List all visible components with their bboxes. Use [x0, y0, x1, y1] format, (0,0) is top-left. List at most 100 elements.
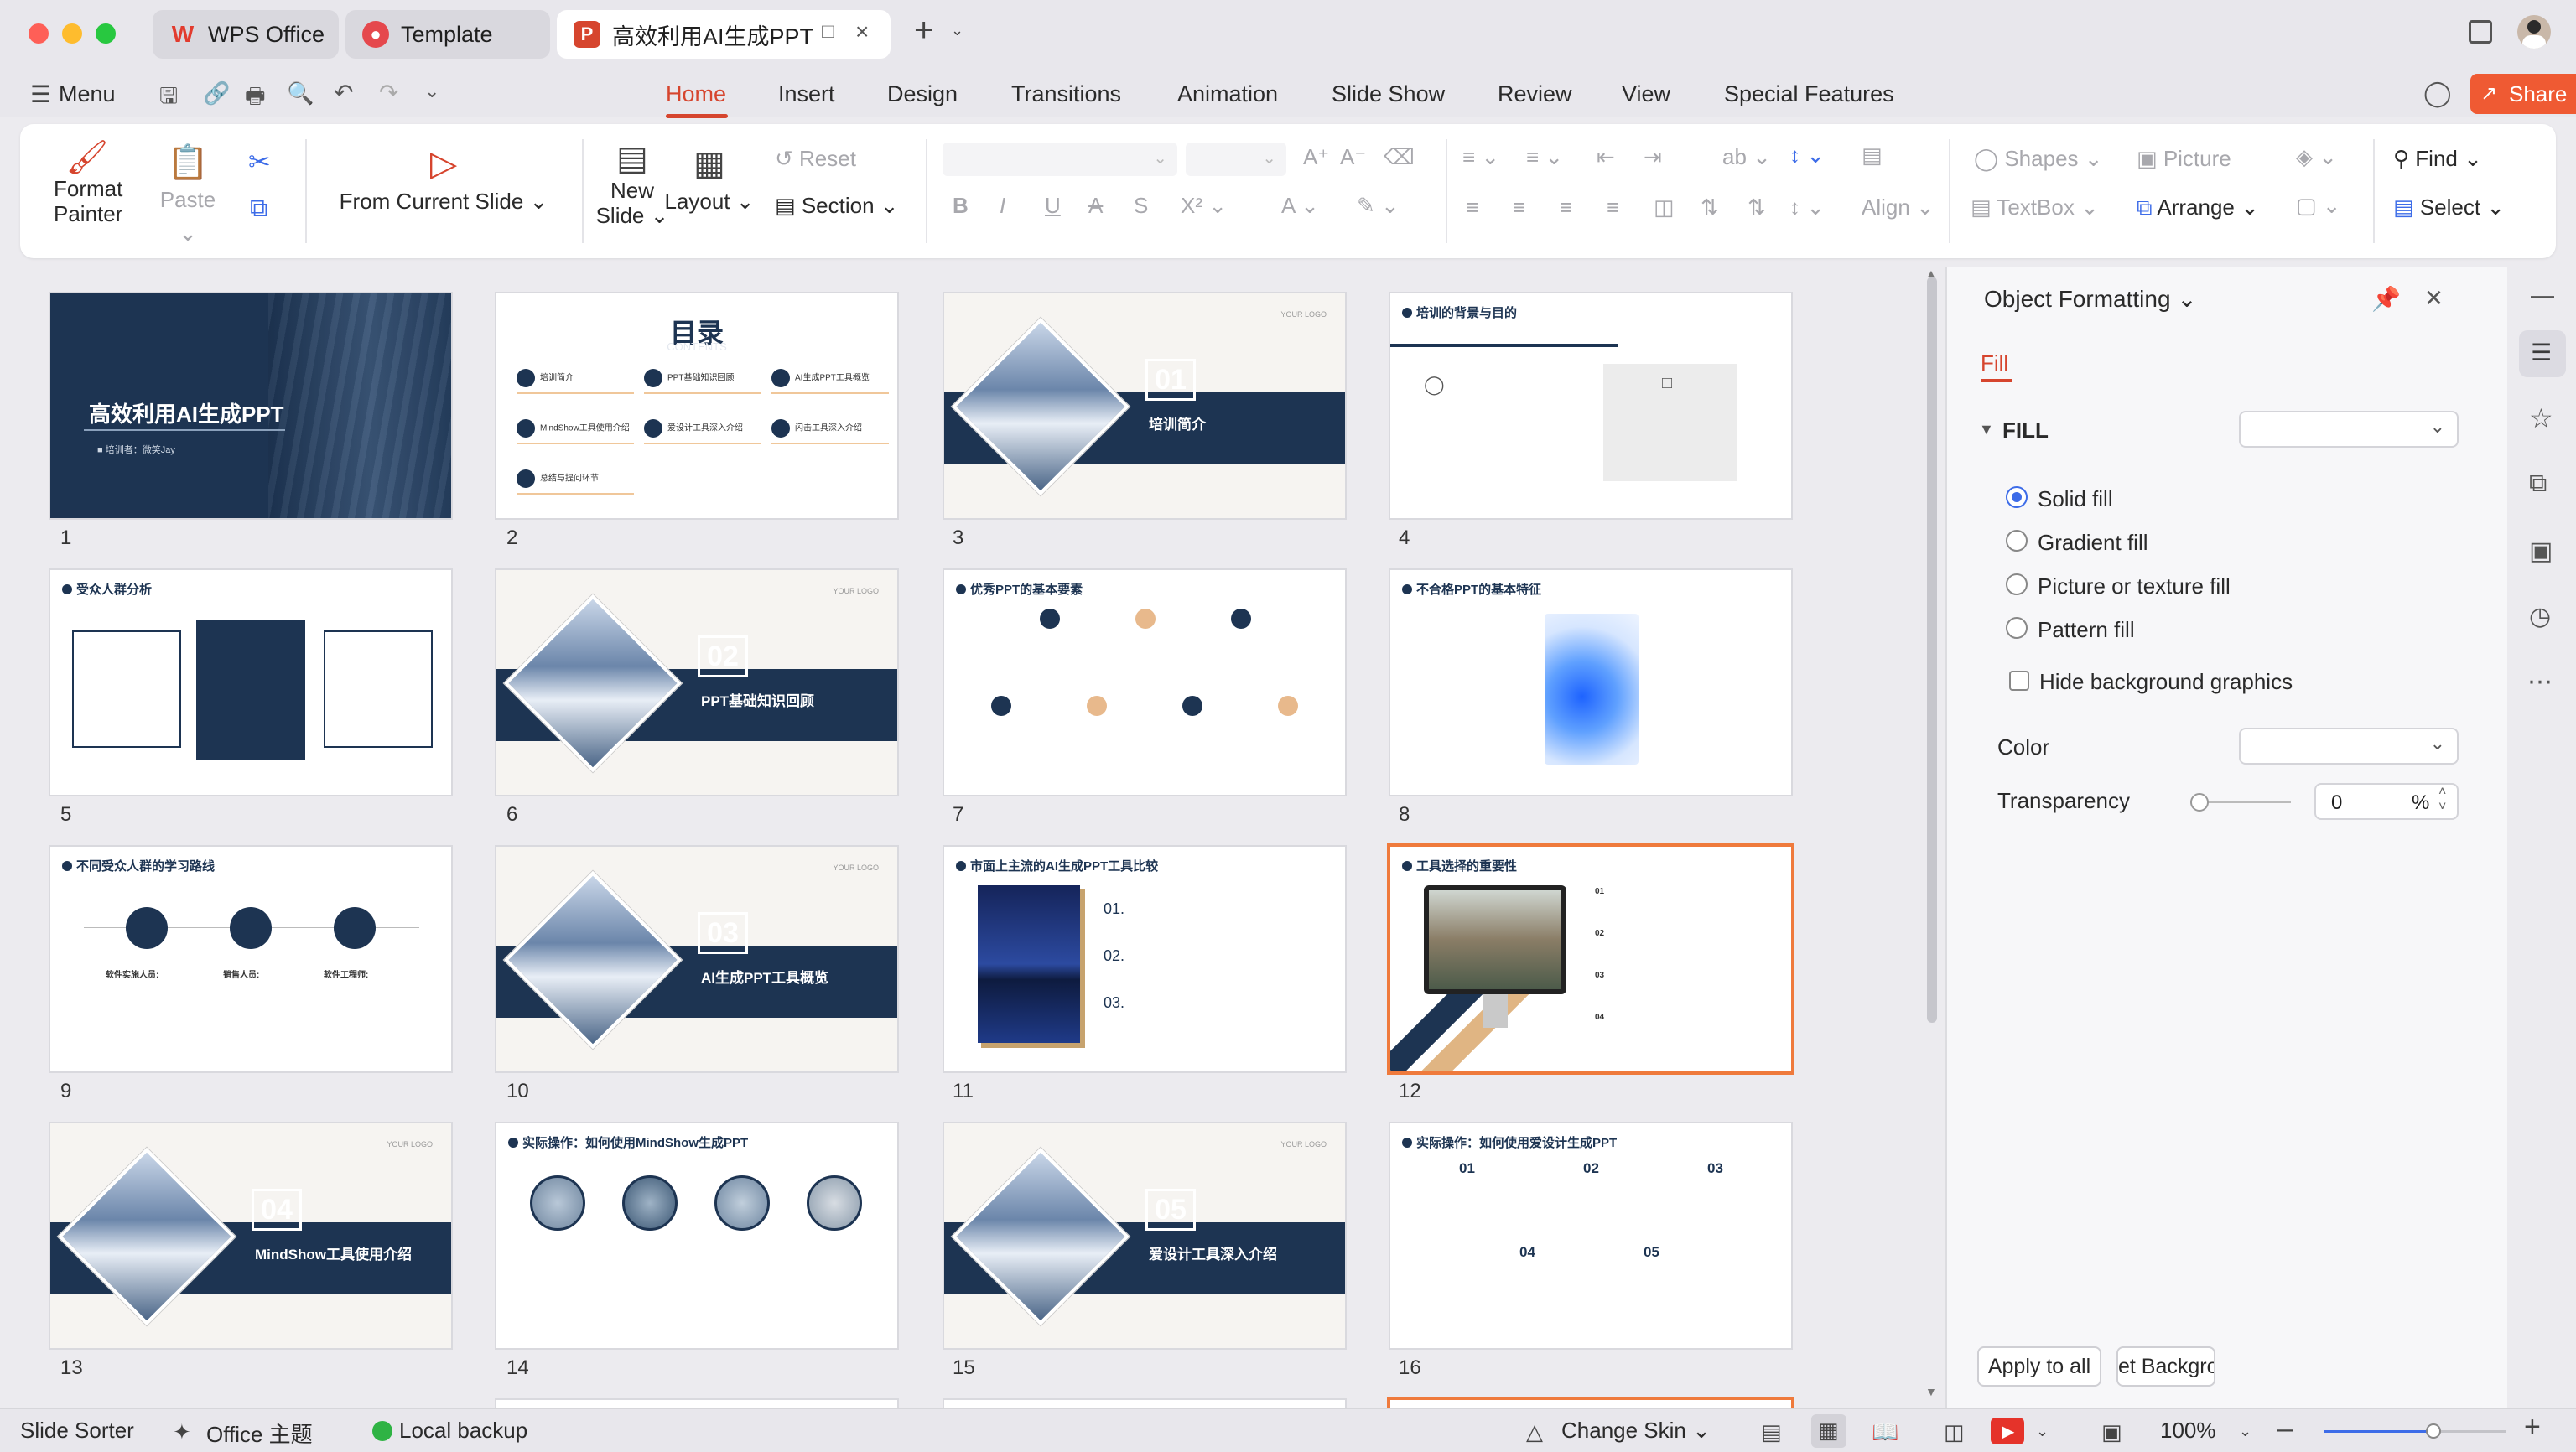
comment-icon[interactable]: ◯	[2423, 79, 2452, 108]
pattern-fill-radio[interactable]	[2006, 617, 2028, 639]
collapse-icon[interactable]: —	[2531, 282, 2554, 309]
history-icon[interactable]: ◷	[2529, 602, 2551, 631]
bold-icon[interactable]: B	[953, 193, 969, 219]
tab-transitions[interactable]: Transitions	[1011, 70, 1121, 117]
slide-thumbnail-3[interactable]: YOUR LOGO 01 培训简介	[943, 292, 1347, 520]
monitor-icon[interactable]: □	[822, 20, 834, 44]
slide-thumbnail-2[interactable]: 目录 CONTENTS 培训简介 PPT基础知识回顾 AI生成PPT工具概览 M…	[495, 292, 899, 520]
tab-insert[interactable]: Insert	[778, 70, 835, 117]
theme-button[interactable]: Office 主题	[206, 1418, 313, 1449]
picture-texture-fill-radio[interactable]	[2006, 573, 2028, 595]
play-slideshow-button[interactable]: ▶	[1991, 1418, 2024, 1444]
decrease-indent-icon[interactable]: ⇤	[1597, 144, 1615, 170]
slide-thumbnail-5[interactable]: 受众人群分析	[49, 568, 453, 796]
superscript-icon[interactable]: X² ⌄	[1181, 193, 1227, 219]
tab-special-features[interactable]: Special Features	[1724, 70, 1894, 117]
slide-thumbnail-9[interactable]: 不同受众人群的学习路线 软件实施人员: 销售人员: 软件工程师:	[49, 845, 453, 1073]
justify-icon[interactable]: ≡	[1607, 194, 1619, 220]
tab-template[interactable]: ● Template	[345, 10, 550, 59]
gradient-fill-radio[interactable]	[2006, 530, 2028, 552]
format-painter-button[interactable]: 🖌 Format Painter	[54, 139, 122, 226]
pin-icon[interactable]: 📌	[2371, 285, 2401, 313]
reset-background-button[interactable]: et Backgro	[2116, 1346, 2215, 1387]
print-icon[interactable]: 🖶	[245, 80, 266, 117]
solid-fill-radio[interactable]	[2006, 486, 2028, 508]
layout-button[interactable]: ▦ Layout ⌄	[659, 143, 760, 218]
distribute-icon[interactable]: ▤	[1862, 143, 1883, 169]
tab-review[interactable]: Review	[1498, 70, 1572, 117]
minimize-window-button[interactable]	[62, 23, 82, 44]
tab-home[interactable]: Home	[666, 70, 726, 117]
slide-thumbnail-10[interactable]: YOUR LOGO 03 AI生成PPT工具概览	[495, 845, 899, 1073]
align-left-icon[interactable]: ≡	[1466, 194, 1478, 220]
select-button[interactable]: ▤ Select ⌄	[2393, 194, 2505, 220]
bullets-icon[interactable]: ≡ ⌄	[1462, 144, 1499, 170]
align-center-icon[interactable]: ≡	[1513, 194, 1525, 220]
tab-presentation[interactable]: P 高效利用AI生成PPT □ ×	[557, 10, 891, 59]
menu-button[interactable]: Menu	[59, 70, 116, 117]
share-button[interactable]: ↗ Share	[2470, 74, 2576, 114]
fill-type-dropdown[interactable]: ⌄	[2239, 411, 2459, 448]
paste-button[interactable]: 📋 Paste ⌄	[154, 143, 221, 250]
zoom-in-icon[interactable]: +	[2524, 1411, 2541, 1444]
quick-access-more-icon[interactable]: ⌄	[424, 80, 439, 102]
properties-tab[interactable]: ☰	[2519, 330, 2566, 377]
tab-view[interactable]: View	[1622, 70, 1670, 117]
fit-window-icon[interactable]: ▣	[2101, 1419, 2122, 1445]
highlight-icon[interactable]: ✎ ⌄	[1357, 193, 1400, 219]
font-name-select[interactable]: ⌄	[943, 143, 1177, 176]
slide-thumbnail-partial[interactable]	[1387, 1397, 1794, 1408]
slide-thumbnail-8[interactable]: 不合格PPT的基本特征	[1389, 568, 1793, 796]
save-icon[interactable]: 🖫	[159, 80, 178, 117]
collapse-triangle-icon[interactable]: ▼	[1979, 421, 1994, 438]
avatar[interactable]	[2517, 15, 2551, 49]
color-dropdown[interactable]: ⌄	[2239, 728, 2459, 765]
outline-color-icon[interactable]: ▢ ⌄	[2296, 193, 2341, 219]
transparency-slider[interactable]	[2199, 801, 2291, 803]
share-link-icon[interactable]: 🔗	[203, 80, 230, 106]
new-tab-icon[interactable]: +	[914, 12, 933, 49]
picture-button[interactable]: ▣ Picture	[2137, 146, 2231, 172]
decrease-font-icon[interactable]: A⁻	[1340, 144, 1366, 170]
line-spacing2-icon[interactable]: ↕ ⌄	[1789, 194, 1825, 220]
tab-design[interactable]: Design	[887, 70, 958, 117]
font-color-icon[interactable]: A ⌄	[1281, 193, 1319, 219]
slide-thumbnail-1[interactable]: 高效利用AI生成PPT ■ 培训者：微笑Jay	[49, 292, 453, 520]
align-right-icon[interactable]: ≡	[1560, 194, 1572, 220]
para-spacing2-icon[interactable]: ⇅	[1748, 194, 1766, 220]
strikethrough-icon[interactable]: A	[1088, 193, 1103, 219]
more-icon[interactable]: ⋯	[2527, 667, 2553, 697]
close-panel-icon[interactable]: ×	[2425, 280, 2443, 315]
underline-icon[interactable]: U	[1045, 193, 1061, 219]
maximize-window-button[interactable]	[96, 23, 116, 44]
hamburger-icon[interactable]: ☰	[30, 80, 51, 108]
normal-view-icon[interactable]: ▤	[1761, 1419, 1782, 1445]
hide-background-checkbox[interactable]	[2009, 671, 2029, 691]
local-backup-button[interactable]: Local backup	[399, 1418, 527, 1444]
scroll-up-arrow[interactable]: ▲	[1925, 267, 1937, 280]
arrange-button[interactable]: ⧉ Arrange ⌄	[2137, 194, 2259, 221]
tab-animation[interactable]: Animation	[1177, 70, 1278, 117]
zoom-level[interactable]: 100%	[2160, 1418, 2216, 1444]
slide-thumbnail-12[interactable]: 工具选择的重要性 01 02 03 04	[1387, 843, 1794, 1075]
slide-thumbnail-7[interactable]: 优秀PPT的基本要素	[943, 568, 1347, 796]
slide-thumbnail-13[interactable]: YOUR LOGO 04 MindShow工具使用介绍	[49, 1122, 453, 1350]
increase-indent-icon[interactable]: ⇥	[1644, 144, 1662, 170]
redo-icon[interactable]: ↷	[379, 79, 398, 106]
line-spacing-icon[interactable]: ↕ ⌄	[1789, 143, 1825, 169]
undo-icon[interactable]: ↶	[334, 79, 353, 106]
find-button[interactable]: ⚲ Find ⌄	[2393, 146, 2482, 172]
slide-thumbnail-14[interactable]: 实际操作：如何使用MindShow生成PPT	[495, 1122, 899, 1350]
columns-icon[interactable]: ◫	[1654, 194, 1675, 220]
zoom-out-icon[interactable]: –	[2277, 1413, 2293, 1445]
slide-sorter-view-button[interactable]: ▦	[1811, 1414, 1846, 1448]
design-icon[interactable]: ▣	[2529, 537, 2553, 566]
chevron-down-icon[interactable]: ⌄	[2239, 1423, 2251, 1440]
change-skin-button[interactable]: Change Skin ⌄	[1561, 1418, 1711, 1444]
section-button[interactable]: ▤ Section ⌄	[775, 193, 899, 219]
zoom-slider[interactable]	[2324, 1430, 2506, 1433]
vertical-scrollbar[interactable]	[1927, 277, 1937, 1023]
slides-icon[interactable]: ⧉	[2529, 469, 2547, 498]
slide-thumbnail-partial[interactable]	[495, 1398, 899, 1408]
text-direction-icon[interactable]: ab ⌄	[1722, 144, 1771, 170]
